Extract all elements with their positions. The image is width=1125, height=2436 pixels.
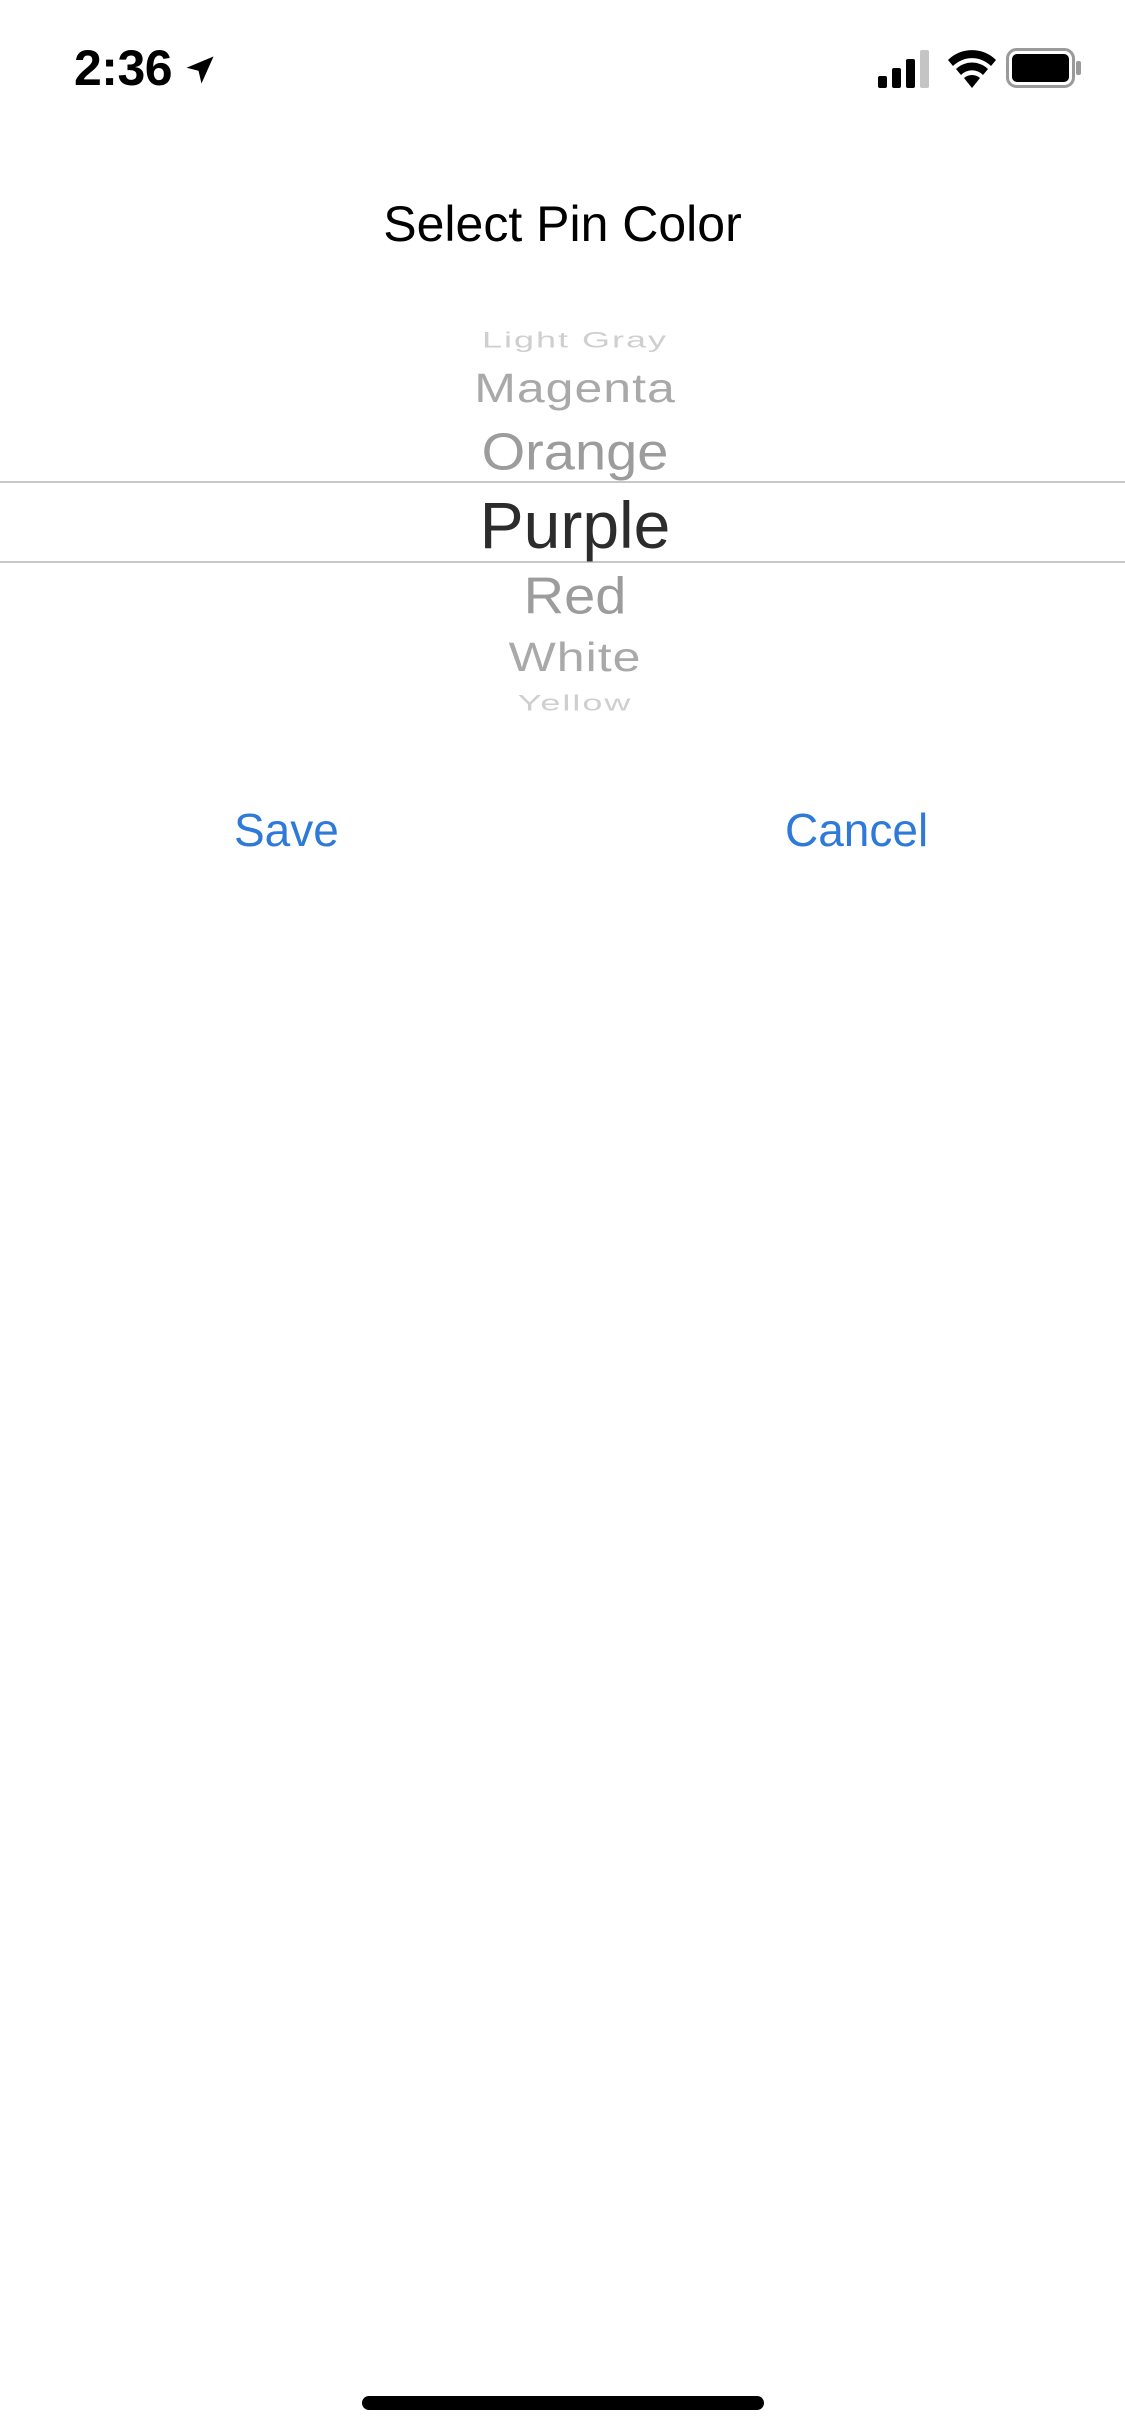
picker-option[interactable]: Magenta xyxy=(0,362,1125,414)
picker-option[interactable]: White xyxy=(0,631,1125,683)
cancel-button[interactable]: Cancel xyxy=(785,800,928,860)
picker-option[interactable]: Yellow xyxy=(0,688,1125,719)
picker-option[interactable]: Red xyxy=(0,563,1125,628)
picker-option[interactable]: Light Gray xyxy=(0,325,1125,356)
wifi-icon xyxy=(948,50,996,88)
color-picker[interactable]: Light Gray Magenta Orange Purple Red Whi… xyxy=(0,305,1125,725)
cellular-signal-icon xyxy=(878,50,929,88)
save-button[interactable]: Save xyxy=(234,800,339,860)
home-indicator[interactable] xyxy=(362,2396,764,2410)
status-time: 2:36 xyxy=(74,40,173,96)
picker-option-selected[interactable]: Purple xyxy=(0,485,1125,565)
status-bar: 2:36 xyxy=(0,0,1125,140)
location-arrow-icon xyxy=(186,56,214,84)
page-title: Select Pin Color xyxy=(383,196,742,252)
battery-icon xyxy=(1006,48,1081,88)
picker-option[interactable]: Orange xyxy=(0,419,1125,484)
